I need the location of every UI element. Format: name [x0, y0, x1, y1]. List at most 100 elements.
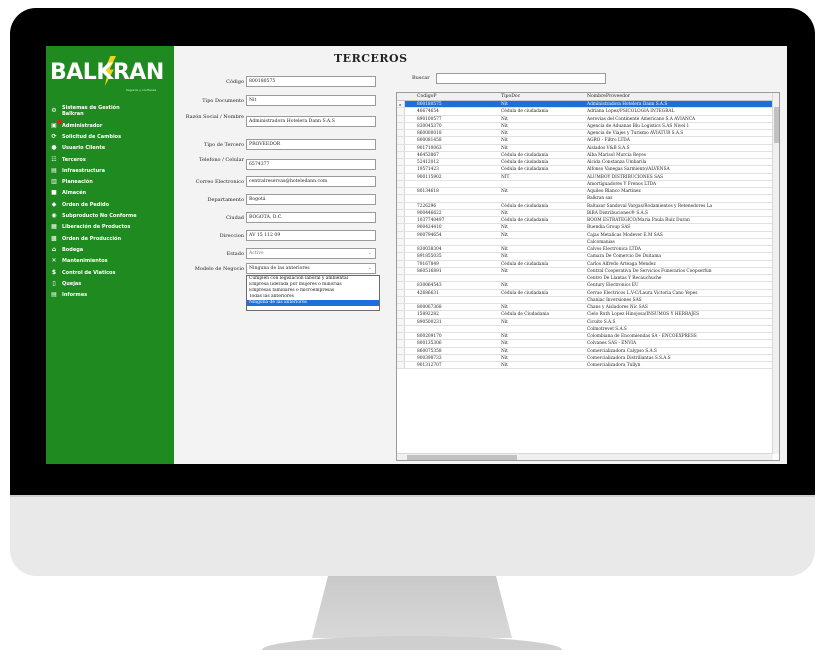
row-header[interactable] — [397, 333, 405, 340]
row-header[interactable] — [397, 311, 405, 318]
departamento-field[interactable]: Bogotá — [246, 194, 376, 205]
sidebar-item-infraestructura[interactable]: ▤ Infraestructura — [46, 165, 174, 176]
horizontal-scrollbar[interactable] — [397, 453, 773, 460]
table-row[interactable]: 1037740497 Cédula de ciudadanía BOOM ESTRA… — [397, 217, 773, 225]
table-row[interactable]: 800081458 Nit AGRO - Filtro LTDA — [397, 137, 773, 145]
table-row[interactable]: Centro De Llantas Y Recauchuche — [397, 275, 773, 283]
row-header[interactable] — [397, 130, 405, 137]
table-row[interactable]: 901312707 Nit Comercializadora Tullyn — [397, 362, 773, 370]
table-row[interactable]: 860075358 Nit Comercializadora Calypso S.A… — [397, 347, 773, 355]
scroll-thumb[interactable] — [774, 107, 779, 143]
sidebar-item-administrador[interactable]: ▣ Administrador — [46, 119, 174, 131]
table-row[interactable]: 830038304 Nit Calvos Electronica LTDA — [397, 246, 773, 254]
row-header[interactable] — [397, 137, 405, 144]
table-row[interactable]: 860000018 Nit Agencia de Viajes y Turismo … — [397, 130, 773, 138]
sidebar-item-liberacion[interactable]: ▦ Liberación de Productos — [46, 222, 174, 233]
row-header[interactable]: ▸ — [397, 101, 405, 108]
table-row[interactable]: Balkran sas — [397, 195, 773, 203]
table-row[interactable]: 80134618 Nit Aquileo Blanco Martinez — [397, 188, 773, 196]
table-row[interactable]: 901710063 Nit Aislados V&B S.A.S — [397, 144, 773, 152]
row-header[interactable] — [397, 304, 405, 311]
row-header[interactable] — [397, 159, 405, 166]
dropdown-option-selected[interactable]: Ninguna de las anteriores — [247, 300, 379, 306]
table-row[interactable]: 15892282 Cédula de Ciudadania Cielo Ruth L… — [397, 311, 773, 319]
sidebar-item-sistemas[interactable]: ⚙ Sistemas de Gestión Balkran — [46, 102, 174, 120]
row-header[interactable] — [397, 217, 405, 224]
table-row[interactable]: 900446622 Nit BiBA Distribuciones® S.A.S — [397, 209, 773, 217]
sidebar-item-subproducto[interactable]: ◉ Subproducto No Conforme — [46, 210, 174, 221]
sidebar-item-bodega[interactable]: ⌂ Bodega — [46, 244, 174, 255]
table-row[interactable]: 900115902 NIT ALUMBOY DISTRIBUCIONES SAS — [397, 173, 773, 181]
row-header[interactable] — [397, 267, 405, 274]
row-header[interactable] — [397, 173, 405, 180]
scroll-thumb[interactable] — [407, 455, 517, 460]
row-header[interactable] — [397, 347, 405, 354]
table-row[interactable]: 830045370 Nit Agencia de Aduanas Blu Logis… — [397, 122, 773, 130]
row-header[interactable] — [397, 354, 405, 361]
sidebar-item-orden-produccion[interactable]: ▩ Orden de Producción — [46, 233, 174, 244]
table-row[interactable]: Colmotrevet S.A.S — [397, 325, 773, 333]
search-input[interactable] — [436, 73, 606, 84]
tipo-tercero-field[interactable]: PROVEEDOR — [246, 139, 376, 150]
estado-select[interactable]: Activo ⌄ — [246, 248, 376, 259]
tipo-documento-field[interactable]: Nit — [246, 95, 376, 106]
sidebar-item-mantenimientos[interactable]: ✕ Mantenimientos — [46, 256, 174, 267]
column-header-nombre[interactable]: NombreProveedor — [587, 93, 630, 101]
row-header[interactable] — [397, 209, 405, 216]
row-header[interactable] — [397, 362, 405, 369]
sidebar-item-quejas[interactable]: ▯ Quejas — [46, 278, 174, 289]
correo-field[interactable]: centralreservas@hoteledann.com — [246, 176, 376, 187]
row-header[interactable] — [397, 224, 405, 231]
row-header[interactable] — [397, 325, 405, 332]
sidebar-item-usuario-cliente[interactable]: ● Usuario Cliente — [46, 143, 174, 154]
sidebar-item-informes[interactable]: ▤ Informes — [46, 289, 174, 300]
table-row[interactable]: 42686631 Cédula de ciudadanía Cerrao Elect… — [397, 289, 773, 297]
table-row[interactable]: 800135306 Nit Colvanes SAS - ENVIA — [397, 340, 773, 348]
sidebar-item-almacen[interactable]: ■ Almacén — [46, 188, 174, 199]
sidebar-item-solicitud-cambios[interactable]: ⟳ Solicitud de Cambios — [46, 131, 174, 142]
row-header[interactable] — [397, 318, 405, 325]
sidebar-item-terceros[interactable]: ☷ Terceros — [46, 154, 174, 165]
row-header[interactable] — [397, 202, 405, 209]
table-row[interactable]: Chaniac Inversiones SAS — [397, 296, 773, 304]
column-header-tipodoc[interactable]: TipoDoc — [501, 93, 520, 101]
table-row[interactable]: Calcomanias — [397, 238, 773, 246]
row-header[interactable] — [397, 231, 405, 238]
row-header[interactable] — [397, 296, 405, 303]
row-header[interactable] — [397, 282, 405, 289]
table-row[interactable]: 860516891 Nit Central Cooperativa De Servi… — [397, 267, 773, 275]
row-header[interactable] — [397, 108, 405, 115]
table-row[interactable]: 800067368 Nit Chans y Aisladores Nic SAS — [397, 304, 773, 312]
row-header[interactable] — [397, 115, 405, 122]
sidebar-item-planeacion[interactable]: ▥ Planeación — [46, 176, 174, 187]
table-row[interactable]: 79167849 Cédula de ciudadanía Carlos Alfre… — [397, 260, 773, 268]
direccion-field[interactable]: AV 15 112 09 — [246, 230, 376, 241]
row-header[interactable] — [397, 253, 405, 260]
row-header[interactable] — [397, 151, 405, 158]
row-header[interactable] — [397, 260, 405, 267]
table-row[interactable]: 900398733 Nit Comercializadora Distrillant… — [397, 354, 773, 362]
vertical-scrollbar[interactable] — [772, 93, 779, 454]
modelo-negocio-select[interactable]: Ninguna de las anteriores ⌄ — [246, 263, 376, 274]
table-row[interactable]: 900424410 Nit Buendia Group SAS — [397, 224, 773, 232]
table-row[interactable]: 46674654 Cédula de ciudadanía Adriana Lope… — [397, 108, 773, 116]
table-row[interactable]: 46453867 Cédula de ciudadanía Alba Marisol… — [397, 151, 773, 159]
row-header[interactable] — [397, 122, 405, 129]
table-row-selected[interactable]: ▸ 800180575 Nit Administradora Hotelera Dan… — [397, 101, 773, 109]
row-header[interactable] — [397, 275, 405, 282]
column-header-codigo[interactable]: CodigoP — [417, 93, 437, 101]
row-header[interactable] — [397, 188, 405, 195]
table-row[interactable]: 900794654 Nit Cajas Metalicas Modever E.M … — [397, 231, 773, 239]
row-header[interactable] — [397, 166, 405, 173]
table-row[interactable]: Amortiguadores Y Frenos LTDA — [397, 180, 773, 188]
sidebar-item-viaticos[interactable]: $ Control de Viaticos — [46, 267, 174, 278]
row-header[interactable] — [397, 246, 405, 253]
row-header[interactable] — [397, 180, 405, 187]
table-row[interactable]: 890100577 Nit Aerovias del Continente Amer… — [397, 115, 773, 123]
table-row[interactable]: 890500231 Nit Cicuito S.A.S — [397, 318, 773, 326]
razon-social-field[interactable]: Administradora Hotelera Dann S.A.S — [246, 116, 376, 127]
row-header[interactable] — [397, 238, 405, 245]
table-row[interactable]: 800209170 Nit Colombiana de Encomiendas SA… — [397, 333, 773, 341]
row-header[interactable] — [397, 340, 405, 347]
table-row[interactable]: 830064543 Nit Century Electronics EU — [397, 282, 773, 290]
